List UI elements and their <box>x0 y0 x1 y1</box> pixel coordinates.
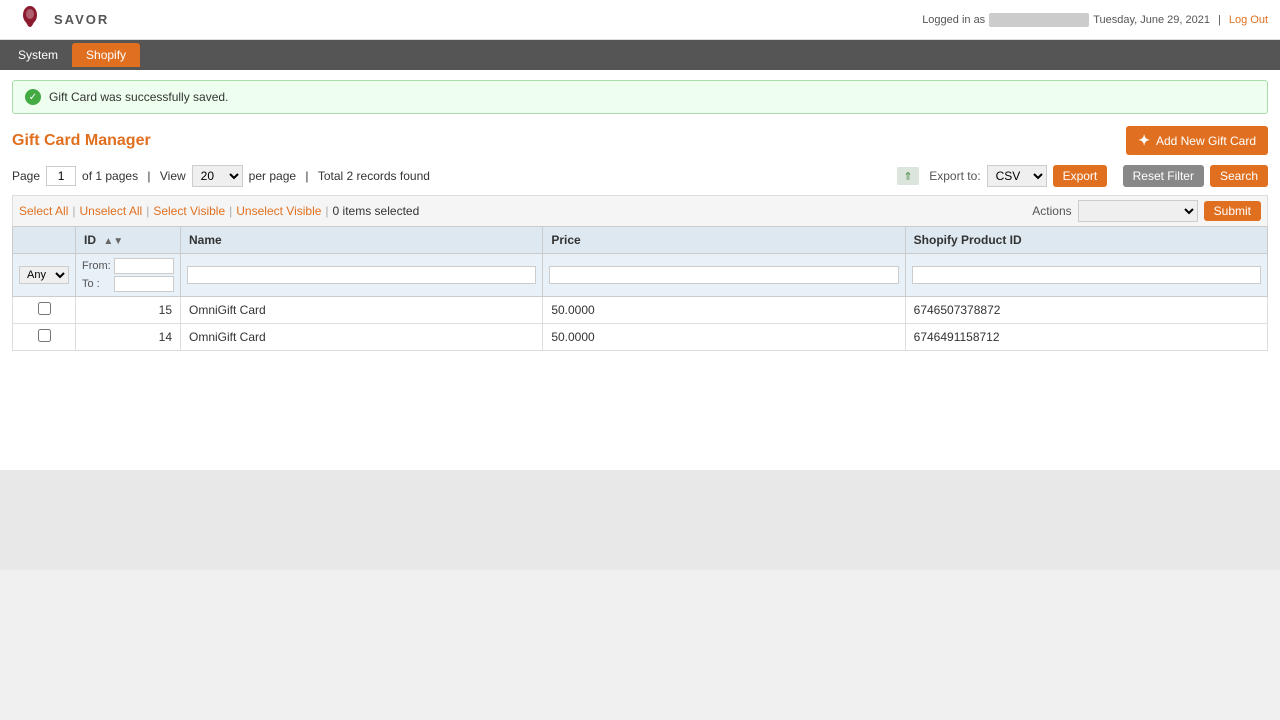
row-name: OmniGift Card <box>181 297 543 324</box>
to-label: To : <box>82 278 110 290</box>
success-text: Gift Card was successfully saved. <box>49 90 228 104</box>
row-price: 50.0000 <box>543 324 905 351</box>
header-separator: | <box>1218 14 1221 26</box>
per-page-select[interactable]: 20 50 100 <box>192 165 243 187</box>
per-page-label: per page <box>249 169 296 183</box>
navbar: System Shopify <box>0 40 1280 70</box>
filter-cell-price <box>543 254 905 297</box>
main-content: ✓ Gift Card was successfully saved. Gift… <box>0 70 1280 470</box>
select-all-link[interactable]: Select All <box>19 204 68 218</box>
pagination-row: Page of 1 pages | View 20 50 100 per pag… <box>12 165 1268 187</box>
tab-system[interactable]: System <box>4 43 72 67</box>
search-button[interactable]: Search <box>1210 165 1268 187</box>
savor-logo-icon <box>12 2 48 38</box>
unselect-all-link[interactable]: Unselect All <box>79 204 142 218</box>
col-id-label: ID <box>84 233 96 247</box>
logo-text: SAVOR <box>54 12 109 27</box>
filter-price-input[interactable] <box>549 266 898 284</box>
export-label: Export to: <box>929 169 980 183</box>
add-button-label: Add New Gift Card <box>1156 134 1256 148</box>
success-icon: ✓ <box>25 89 41 105</box>
row-shopify-product-id: 6746507378872 <box>905 297 1267 324</box>
reset-filter-button[interactable]: Reset Filter <box>1123 165 1204 187</box>
filter-cell-any: Any ▼ <box>13 254 76 297</box>
row-checkbox[interactable] <box>38 329 51 342</box>
table-header-row: ID ▲▼ Name Price Shopify Product ID <box>13 227 1268 254</box>
filter-cell-shopify-id <box>905 254 1267 297</box>
filter-id-from-row: From: <box>82 258 174 274</box>
filter-id-fromto: From: To : <box>82 258 174 292</box>
pagination-right: ⇑ Export to: CSV Excel PDF Export Reset … <box>897 165 1268 187</box>
filter-id-to-input[interactable] <box>114 276 174 292</box>
filter-row: Any ▼ From: To : <box>13 254 1268 297</box>
col-price: Price <box>543 227 905 254</box>
date-display: Tuesday, June 29, 2021 <box>1093 14 1210 26</box>
header-right: Logged in as Tuesday, June 29, 2021 | Lo… <box>922 13 1268 27</box>
svg-text:⇑: ⇑ <box>904 171 913 183</box>
export-button[interactable]: Export <box>1053 165 1108 187</box>
row-price: 50.0000 <box>543 297 905 324</box>
row-name: OmniGift Card <box>181 324 543 351</box>
footer-space <box>0 470 1280 570</box>
total-records-text: Total 2 records found <box>318 169 430 183</box>
export-format-select[interactable]: CSV Excel PDF <box>987 165 1047 187</box>
table-row: 14 OmniGift Card 50.0000 6746491158712 <box>13 324 1268 351</box>
tab-shopify[interactable]: Shopify <box>72 43 140 67</box>
table-row: 15 OmniGift Card 50.0000 6746507378872 <box>13 297 1268 324</box>
row-id: 15 <box>76 297 181 324</box>
row-shopify-product-id: 6746491158712 <box>905 324 1267 351</box>
sort-arrows-id: ▲▼ <box>103 236 123 247</box>
add-new-gift-card-button[interactable]: ✦ Add New Gift Card <box>1126 126 1268 155</box>
view-label: View <box>160 169 186 183</box>
page-label: Page <box>12 169 40 183</box>
actions-label: Actions <box>1032 204 1071 218</box>
table-body: 15 OmniGift Card 50.0000 6746507378872 1… <box>13 297 1268 351</box>
filter-id-to-row: To : <box>82 276 174 292</box>
pagination-left: Page of 1 pages | View 20 50 100 per pag… <box>12 165 430 187</box>
filter-name-input[interactable] <box>187 266 536 284</box>
filter-any-select[interactable]: Any ▼ <box>19 266 69 284</box>
logout-link[interactable]: Log Out <box>1229 14 1268 26</box>
row-id: 14 <box>76 324 181 351</box>
selection-row: Select All | Unselect All | Select Visib… <box>12 195 1268 226</box>
header: SAVOR Logged in as Tuesday, June 29, 202… <box>0 0 1280 40</box>
logo-area: SAVOR <box>12 2 109 38</box>
row-checkbox[interactable] <box>38 302 51 315</box>
filter-shopify-id-input[interactable] <box>912 266 1261 284</box>
col-shopify-product-id: Shopify Product ID <box>905 227 1267 254</box>
row-checkbox-cell <box>13 297 76 324</box>
filter-id-from-input[interactable] <box>114 258 174 274</box>
export-icon: ⇑ <box>897 167 919 185</box>
col-id[interactable]: ID ▲▼ <box>76 227 181 254</box>
unselect-visible-link[interactable]: Unselect Visible <box>236 204 321 218</box>
filter-cell-id: From: To : <box>76 254 181 297</box>
logged-in-label: Logged in as <box>922 14 985 26</box>
col-name: Name <box>181 227 543 254</box>
title-row: Gift Card Manager ✦ Add New Gift Card <box>12 126 1268 155</box>
col-checkbox <box>13 227 76 254</box>
actions-select[interactable] <box>1078 200 1198 222</box>
of-pages-text: of 1 pages <box>82 169 138 183</box>
selected-count-text: 0 items selected <box>333 204 420 218</box>
success-message: ✓ Gift Card was successfully saved. <box>12 80 1268 114</box>
filter-cell-name <box>181 254 543 297</box>
plus-icon: ✦ <box>1138 132 1150 149</box>
page-input[interactable] <box>46 166 76 186</box>
from-label: From: <box>82 260 110 272</box>
row-checkbox-cell <box>13 324 76 351</box>
submit-button[interactable]: Submit <box>1204 201 1261 221</box>
actions-area: Actions Submit <box>1032 200 1261 222</box>
gift-card-table: ID ▲▼ Name Price Shopify Product ID Any … <box>12 226 1268 351</box>
select-visible-link[interactable]: Select Visible <box>153 204 225 218</box>
page-title: Gift Card Manager <box>12 132 151 150</box>
username-placeholder <box>989 13 1089 27</box>
